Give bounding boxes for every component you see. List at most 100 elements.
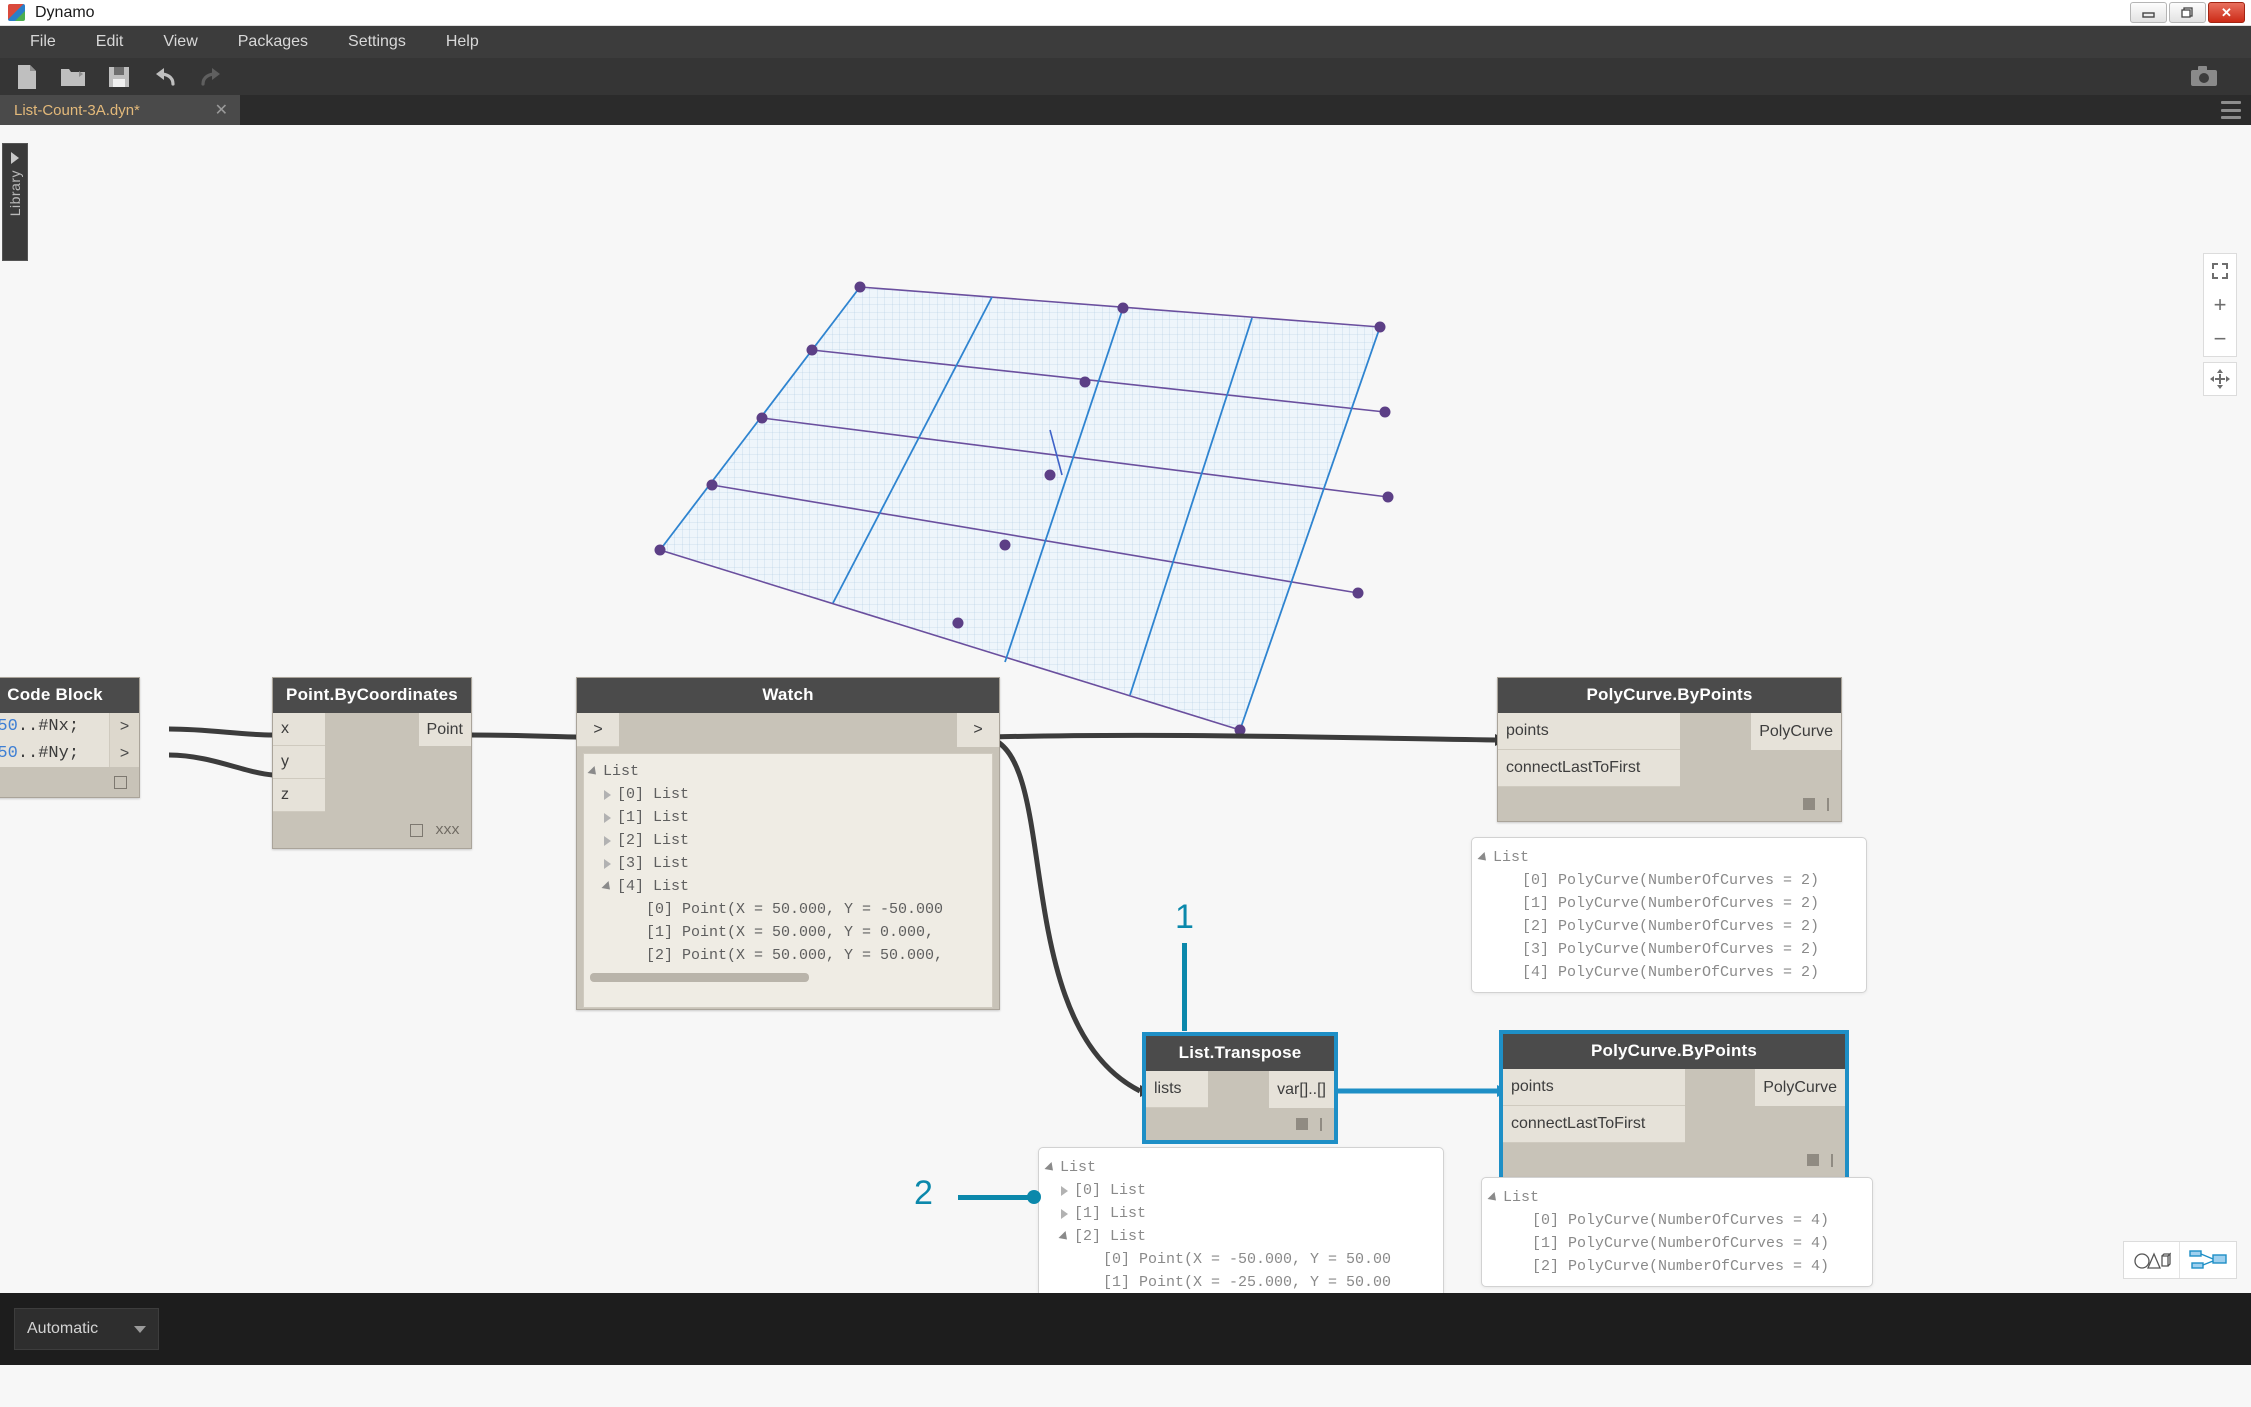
tree-row[interactable]: List: [587, 760, 988, 783]
node-list-transpose[interactable]: List.Transpose lists var[]..[]: [1143, 1033, 1337, 1143]
output-port-polycurve[interactable]: PolyCurve: [1751, 713, 1841, 750]
freeze-checkbox-icon[interactable]: [409, 823, 423, 837]
geometry-view-icon[interactable]: [2124, 1242, 2180, 1278]
redo-icon[interactable]: [194, 63, 228, 91]
tree-row[interactable]: [1] Point(X = 50.000, Y = 0.000,: [590, 921, 988, 944]
tree-row[interactable]: [2] PolyCurve(NumberOfCurves = 2): [1480, 915, 1856, 938]
save-icon[interactable]: [102, 63, 136, 91]
collapse-triangle-icon[interactable]: [1058, 1230, 1071, 1243]
tree-row[interactable]: [1] Point(X = -25.000, Y = 50.00: [1047, 1271, 1433, 1294]
restore-button[interactable]: [2169, 2, 2206, 23]
menu-item-edit[interactable]: Edit: [76, 29, 144, 55]
collapse-triangle-icon[interactable]: [601, 880, 614, 893]
input-port-points[interactable]: points: [1503, 1069, 1685, 1106]
tree-row[interactable]: [2] PolyCurve(NumberOfCurves = 4): [1490, 1255, 1862, 1278]
input-port-points[interactable]: points: [1498, 713, 1680, 750]
preview-polycurve-top[interactable]: List [0] PolyCurve(NumberOfCurves = 2) [1]…: [1471, 837, 1867, 993]
menu-item-packages[interactable]: Packages: [218, 29, 328, 55]
node-polycurve-by-points-top[interactable]: PolyCurve.ByPoints points PolyCurve conn…: [1497, 677, 1842, 822]
code-block-line[interactable]: ..50..#Nx; >: [0, 713, 139, 740]
tree-row[interactable]: List: [1477, 846, 1856, 869]
code-block-line[interactable]: ..50..#Ny; >: [0, 740, 139, 767]
menu-item-file[interactable]: File: [10, 29, 76, 55]
tree-row-label: [1] Point(X = 50.000, Y = 0.000,: [646, 924, 935, 941]
expand-triangle-icon[interactable]: [604, 835, 611, 846]
expand-triangle-icon[interactable]: [1061, 1208, 1068, 1219]
lacing-icon[interactable]: [1803, 798, 1815, 810]
watch-tree[interactable]: List [0] List [1] List [2] List [3] List [4] …: [583, 753, 993, 1008]
node-watch[interactable]: Watch > > List [0] List [1] List [2] List [3…: [576, 677, 1000, 1010]
tree-row[interactable]: List: [1044, 1156, 1433, 1179]
input-port-connect-last-to-first[interactable]: connectLastToFirst: [1503, 1106, 1685, 1143]
input-port-y[interactable]: y: [273, 746, 325, 779]
collapse-triangle-icon[interactable]: [1477, 851, 1490, 864]
freeze-checkbox-icon[interactable]: [114, 775, 127, 789]
camera-icon[interactable]: [2187, 62, 2221, 90]
watch-input-port[interactable]: >: [577, 713, 619, 747]
new-file-icon[interactable]: [10, 63, 44, 91]
tree-row[interactable]: [3] PolyCurve(NumberOfCurves = 2): [1480, 938, 1856, 961]
hamburger-menu-icon[interactable]: [2221, 101, 2241, 119]
collapse-triangle-icon[interactable]: [1044, 1161, 1057, 1174]
input-port-connect-last-to-first[interactable]: connectLastToFirst: [1498, 750, 1680, 787]
tree-row[interactable]: [2] List: [1047, 1225, 1433, 1248]
tree-row[interactable]: [0] PolyCurve(NumberOfCurves = 4): [1490, 1209, 1862, 1232]
code-block-text-2[interactable]: ..50..#Ny;: [0, 740, 109, 767]
tab-list-count-3a[interactable]: List-Count-3A.dyn* ✕: [0, 95, 240, 125]
node-polycurve-by-points-bottom[interactable]: PolyCurve.ByPoints points PolyCurve conn…: [1500, 1031, 1848, 1180]
tree-row[interactable]: [0] List: [1047, 1179, 1433, 1202]
lacing-icon[interactable]: [1807, 1154, 1819, 1166]
menu-item-view[interactable]: View: [143, 29, 217, 55]
tree-row[interactable]: [1] List: [590, 806, 988, 829]
lacing-bar-icon[interactable]: [1320, 1117, 1322, 1131]
menu-item-settings[interactable]: Settings: [328, 29, 426, 55]
code-block-text-1[interactable]: ..50..#Nx;: [0, 713, 109, 740]
lacing-bar-icon[interactable]: [1827, 797, 1829, 811]
graph-canvas[interactable]: Library + − Code Block 50 ..#Nx; > 50 ..…: [0, 125, 2251, 1365]
watch-horizontal-scrollbar[interactable]: [590, 973, 809, 982]
expand-triangle-icon[interactable]: [1061, 1185, 1068, 1196]
output-port-point[interactable]: Point: [418, 713, 471, 746]
menu-item-help[interactable]: Help: [426, 29, 499, 55]
open-folder-icon[interactable]: [56, 63, 90, 91]
input-port-x[interactable]: x: [273, 713, 325, 746]
collapse-triangle-icon[interactable]: [1487, 1191, 1500, 1204]
tree-row[interactable]: [0] PolyCurve(NumberOfCurves = 2): [1480, 869, 1856, 892]
expand-triangle-icon[interactable]: [604, 812, 611, 823]
code-block-output-port-1[interactable]: >: [109, 713, 139, 740]
tree-row[interactable]: List: [1487, 1186, 1862, 1209]
preview-polycurve-bottom[interactable]: List [0] PolyCurve(NumberOfCurves = 4) [1]…: [1481, 1177, 1873, 1287]
lacing-label[interactable]: xxx: [435, 822, 460, 839]
tree-row[interactable]: [3] List: [590, 852, 988, 875]
tree-row[interactable]: [0] Point(X = 50.000, Y = -50.000: [590, 898, 988, 921]
tree-row[interactable]: [2] List: [590, 829, 988, 852]
expand-triangle-icon[interactable]: [604, 858, 611, 869]
tab-close-icon[interactable]: ✕: [215, 100, 228, 120]
close-button[interactable]: ✕: [2208, 2, 2245, 23]
lacing-icon[interactable]: [1296, 1118, 1308, 1130]
input-port-lists[interactable]: lists: [1146, 1071, 1208, 1108]
tree-row[interactable]: [4] List: [590, 875, 988, 898]
input-port-z[interactable]: z: [273, 779, 325, 812]
tree-row[interactable]: [1] PolyCurve(NumberOfCurves = 2): [1480, 892, 1856, 915]
tree-row[interactable]: [0] Point(X = -50.000, Y = 50.00: [1047, 1248, 1433, 1271]
undo-icon[interactable]: [148, 63, 182, 91]
watch-output-port[interactable]: >: [957, 713, 999, 747]
collapse-triangle-icon[interactable]: [587, 765, 600, 778]
tree-row[interactable]: [4] PolyCurve(NumberOfCurves = 2): [1480, 961, 1856, 984]
tree-row[interactable]: [0] List: [590, 783, 988, 806]
tree-row[interactable]: [1] PolyCurve(NumberOfCurves = 4): [1490, 1232, 1862, 1255]
dynamo-logo-icon: [8, 4, 25, 21]
code-block-output-port-2[interactable]: >: [109, 740, 139, 767]
node-point-by-coordinates[interactable]: Point.ByCoordinates x Point y z xxx: [272, 677, 472, 849]
minimize-button[interactable]: [2130, 2, 2167, 23]
run-mode-dropdown[interactable]: Automatic: [14, 1308, 159, 1350]
graph-view-icon[interactable]: [2180, 1242, 2236, 1278]
expand-triangle-icon[interactable]: [604, 789, 611, 800]
lacing-bar-icon[interactable]: [1831, 1153, 1833, 1167]
tree-row[interactable]: [1] List: [1047, 1202, 1433, 1225]
output-port-polycurve[interactable]: PolyCurve: [1755, 1069, 1845, 1106]
output-port-var[interactable]: var[]..[]: [1269, 1071, 1334, 1108]
tree-row[interactable]: [2] Point(X = 50.000, Y = 50.000,: [590, 944, 988, 967]
node-code-block[interactable]: Code Block ..50..#Nx; > ..50..#Ny; >: [0, 677, 140, 798]
